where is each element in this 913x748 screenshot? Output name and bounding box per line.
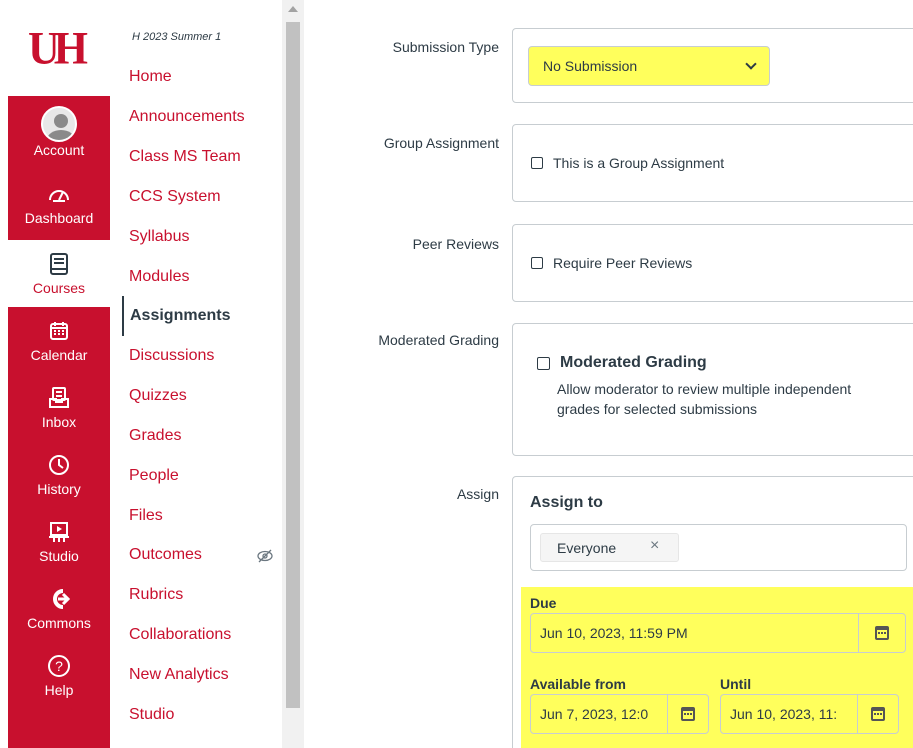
scroll-up-icon[interactable] bbox=[288, 6, 298, 12]
until-input[interactable]: Jun 10, 2023, 11: bbox=[720, 694, 858, 734]
studio-icon bbox=[47, 520, 71, 544]
group-assignment-label: Group Assignment bbox=[383, 135, 499, 151]
calendar-icon bbox=[875, 626, 889, 640]
course-navigation: H 2023 Summer 1 Home Announcements Class… bbox=[110, 0, 282, 748]
commons-icon bbox=[47, 587, 71, 611]
course-nav-grades[interactable]: Grades bbox=[129, 427, 181, 445]
nav-history[interactable]: History bbox=[8, 441, 110, 508]
nav-commons-label: Commons bbox=[27, 614, 91, 631]
submission-type-label: Submission Type bbox=[392, 39, 499, 55]
course-nav-modules[interactable]: Modules bbox=[129, 268, 189, 286]
logo-text: UH bbox=[28, 22, 88, 74]
peer-reviews-option[interactable]: Require Peer Reviews bbox=[531, 255, 692, 271]
moderated-grading-checkbox[interactable] bbox=[537, 356, 550, 370]
calendar-icon bbox=[681, 707, 695, 721]
due-date-input[interactable]: Jun 10, 2023, 11:59 PM bbox=[530, 613, 859, 653]
due-date-value: Jun 10, 2023, 11:59 PM bbox=[540, 625, 688, 641]
course-nav-new-analytics[interactable]: New Analytics bbox=[129, 666, 229, 684]
moderated-grading-description: Allow moderator to review multiple indep… bbox=[557, 381, 852, 417]
nav-history-label: History bbox=[37, 480, 81, 497]
dashboard-icon bbox=[47, 182, 71, 206]
course-nav-quizzes[interactable]: Quizzes bbox=[129, 387, 187, 405]
course-nav-people[interactable]: People bbox=[129, 467, 179, 485]
moderated-grading-option[interactable]: Moderated Grading bbox=[537, 354, 707, 372]
course-nav-files[interactable]: Files bbox=[129, 507, 163, 525]
nav-help-label: Help bbox=[44, 681, 74, 698]
nav-inbox[interactable]: Inbox bbox=[8, 374, 110, 441]
remove-token-icon[interactable]: × bbox=[650, 537, 659, 555]
due-label: Due bbox=[530, 595, 557, 611]
book-icon bbox=[47, 252, 71, 276]
submission-type-select[interactable]: No Submission bbox=[528, 46, 770, 86]
inbox-icon bbox=[47, 386, 71, 410]
nav-dashboard[interactable]: Dashboard bbox=[8, 170, 110, 237]
nav-help[interactable]: ? Help bbox=[8, 642, 110, 709]
until-calendar-button[interactable] bbox=[857, 694, 899, 734]
nav-calendar[interactable]: Calendar bbox=[8, 307, 110, 374]
scrollbar-thumb[interactable] bbox=[286, 22, 300, 708]
peer-reviews-label: Peer Reviews bbox=[412, 236, 499, 252]
chevron-down-icon bbox=[745, 58, 757, 70]
nav-commons[interactable]: Commons bbox=[8, 575, 110, 642]
group-assignment-option[interactable]: This is a Group Assignment bbox=[531, 155, 724, 171]
course-nav-announcements[interactable]: Announcements bbox=[129, 108, 245, 126]
university-logo[interactable]: UH bbox=[0, 0, 110, 96]
peer-reviews-checkbox[interactable] bbox=[531, 257, 543, 269]
nav-calendar-label: Calendar bbox=[30, 346, 88, 363]
nav-dashboard-label: Dashboard bbox=[24, 209, 94, 226]
group-assignment-checkbox[interactable] bbox=[531, 157, 543, 169]
due-date-calendar-button[interactable] bbox=[858, 613, 906, 653]
until-label: Until bbox=[720, 676, 752, 692]
nav-account-label: Account bbox=[33, 141, 85, 158]
available-from-value: Jun 7, 2023, 12:0 bbox=[540, 706, 649, 722]
help-icon: ? bbox=[47, 654, 71, 678]
clock-icon bbox=[47, 453, 71, 477]
group-assignment-checkbox-label: This is a Group Assignment bbox=[553, 155, 725, 171]
user-avatar-icon bbox=[41, 105, 77, 142]
assign-label: Assign bbox=[456, 486, 499, 502]
global-navigation: UH Account Dashboard Courses Calendar In… bbox=[0, 0, 110, 748]
course-term: H 2023 Summer 1 bbox=[132, 31, 222, 43]
course-nav-discussions[interactable]: Discussions bbox=[129, 347, 214, 365]
course-nav-assignments[interactable]: Assignments bbox=[122, 296, 230, 336]
course-nav-syllabus[interactable]: Syllabus bbox=[129, 228, 189, 246]
nav-courses-label: Courses bbox=[32, 279, 86, 296]
assignee-token-label: Everyone bbox=[557, 539, 617, 556]
nav-courses[interactable]: Courses bbox=[8, 240, 110, 307]
eye-slash-icon bbox=[257, 549, 273, 563]
nav-account[interactable]: Account bbox=[8, 98, 110, 165]
course-nav-studio[interactable]: Studio bbox=[129, 706, 174, 724]
moderated-grading-checkbox-label: Moderated Grading bbox=[560, 354, 707, 371]
course-nav-rubrics[interactable]: Rubrics bbox=[129, 586, 183, 604]
calendar-icon bbox=[871, 707, 885, 721]
svg-text:?: ? bbox=[55, 658, 63, 674]
available-from-calendar-button[interactable] bbox=[667, 694, 709, 734]
course-nav-collaborations[interactable]: Collaborations bbox=[129, 626, 231, 644]
nav-inbox-label: Inbox bbox=[41, 413, 77, 430]
moderated-grading-label: Moderated Grading bbox=[378, 332, 499, 348]
course-nav-home[interactable]: Home bbox=[129, 68, 172, 86]
course-nav-class-ms-team[interactable]: Class MS Team bbox=[129, 148, 241, 166]
calendar-icon bbox=[47, 319, 71, 343]
assign-to-heading: Assign to bbox=[530, 494, 603, 511]
available-from-label: Available from bbox=[530, 676, 626, 692]
submission-type-value: No Submission bbox=[543, 58, 638, 74]
course-nav-outcomes[interactable]: Outcomes bbox=[129, 546, 202, 564]
available-from-input[interactable]: Jun 7, 2023, 12:0 bbox=[530, 694, 668, 734]
course-nav-ccs-system[interactable]: CCS System bbox=[129, 188, 221, 206]
peer-reviews-checkbox-label: Require Peer Reviews bbox=[553, 255, 693, 271]
until-value: Jun 10, 2023, 11: bbox=[730, 706, 838, 722]
nav-studio[interactable]: Studio bbox=[8, 508, 110, 575]
nav-studio-label: Studio bbox=[39, 547, 79, 564]
